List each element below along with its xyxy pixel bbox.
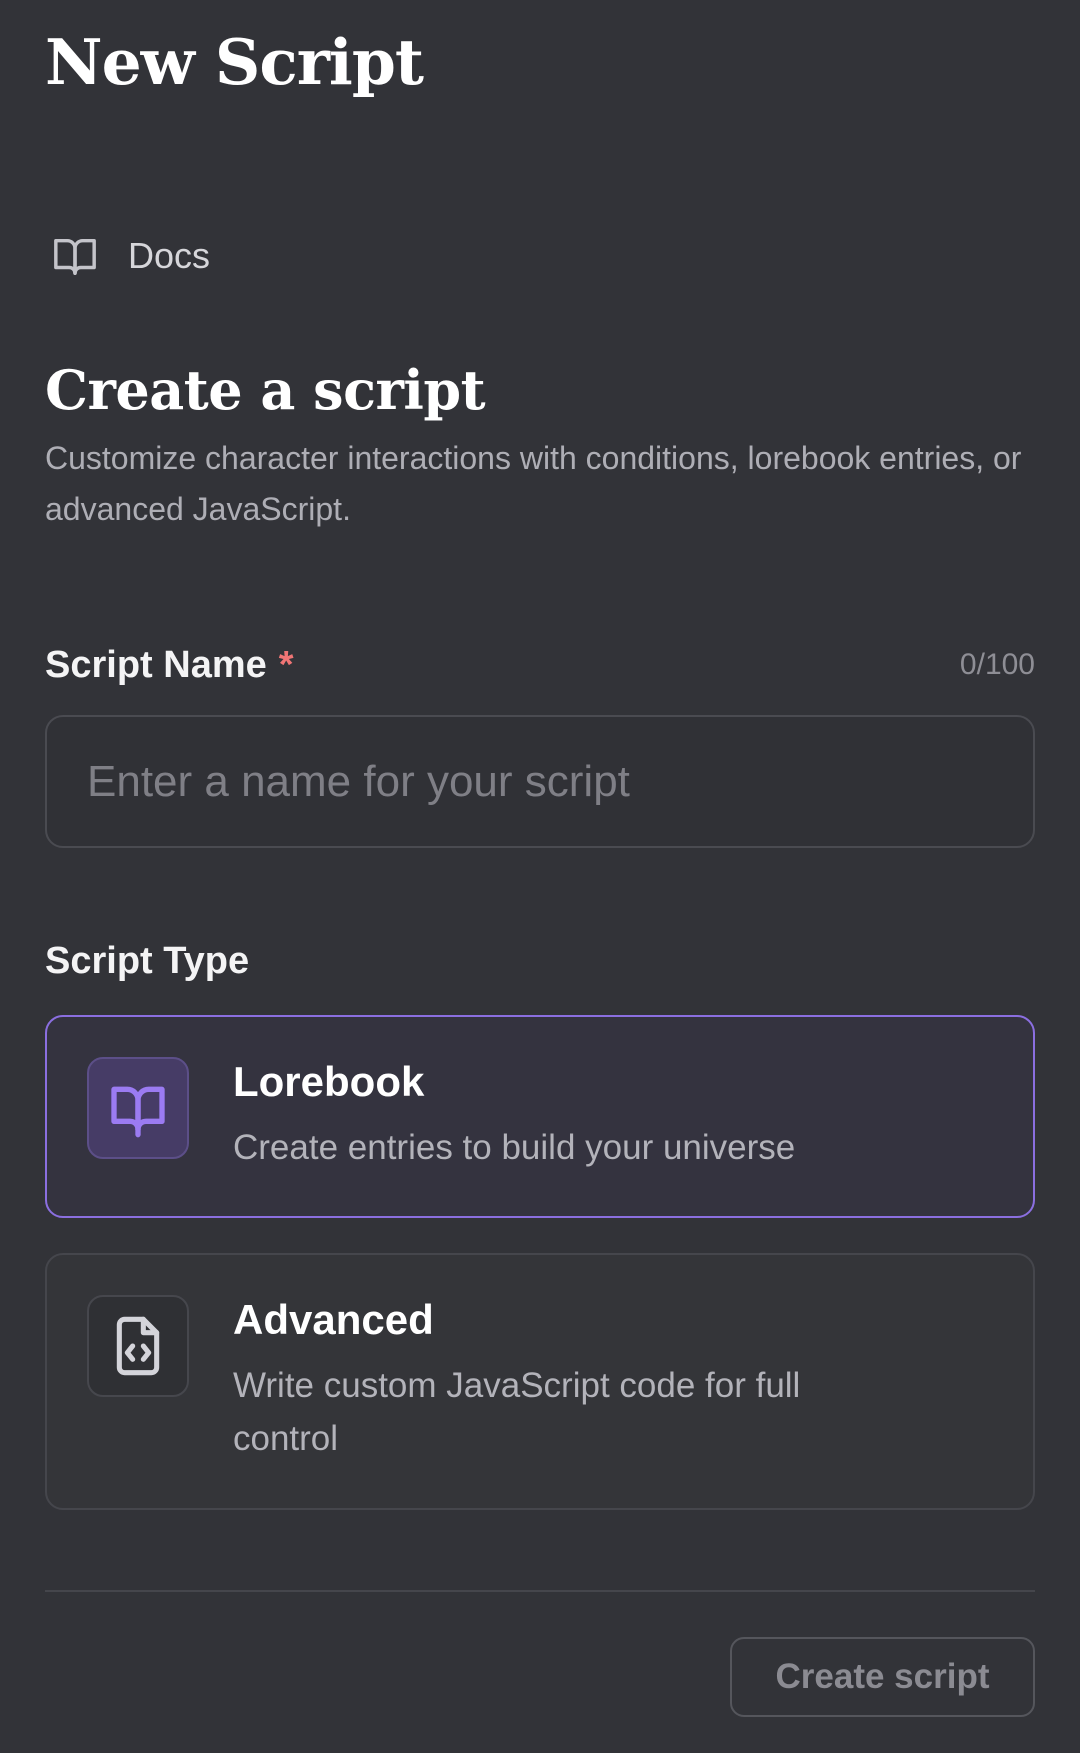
- create-script-button[interactable]: Create script: [730, 1637, 1035, 1717]
- book-open-icon: [54, 238, 96, 275]
- script-type-label: Script Type: [45, 940, 250, 982]
- required-asterisk: *: [278, 643, 294, 686]
- script-name-label-row: Script Name * 0/100: [45, 640, 1035, 690]
- advanced-icon-box: [87, 1295, 189, 1397]
- script-name-label-text: Script Name: [45, 643, 267, 686]
- script-type-option-lorebook[interactable]: Lorebook Create entries to build your un…: [45, 1015, 1035, 1218]
- footer-divider: [45, 1590, 1035, 1592]
- new-script-page: New Script Docs Create a script Customiz…: [0, 0, 1080, 1753]
- section-description: Customize character interactions with co…: [45, 440, 1022, 527]
- file-code-icon: [116, 1316, 160, 1376]
- character-counter: 0/100: [959, 648, 1035, 681]
- script-type-option-advanced[interactable]: Advanced Write custom JavaScript code fo…: [45, 1253, 1035, 1510]
- script-name-input[interactable]: [45, 715, 1035, 848]
- script-name-label: Script Name *: [45, 644, 294, 687]
- page-title: New Script: [45, 25, 424, 99]
- lorebook-description: Create entries to build your universe: [233, 1128, 796, 1167]
- lorebook-title: Lorebook: [233, 1058, 425, 1105]
- book-open-icon: [111, 1086, 165, 1138]
- docs-label: Docs: [128, 235, 211, 276]
- lorebook-icon-box: [87, 1057, 189, 1159]
- docs-link[interactable]: Docs: [52, 230, 210, 282]
- section-title: Create a script: [45, 358, 486, 422]
- advanced-title: Advanced: [233, 1296, 434, 1343]
- advanced-description: Write custom JavaScript code for full co…: [233, 1366, 801, 1458]
